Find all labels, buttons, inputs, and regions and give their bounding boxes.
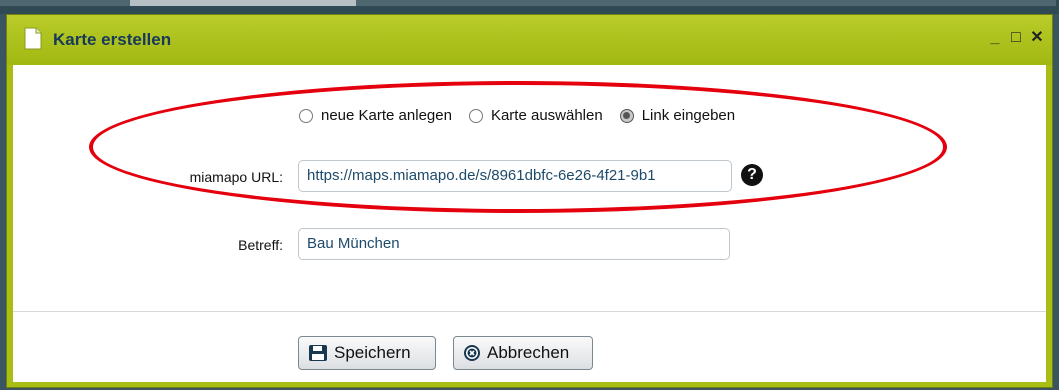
radio-label: Link eingeben	[641, 107, 736, 124]
background-tab	[0, 0, 130, 6]
dialog-title: Karte erstellen	[53, 30, 172, 49]
cancel-button-label: Abbrechen	[487, 343, 570, 362]
window-controls: _ □ ✕	[988, 29, 1044, 47]
save-disk-icon	[308, 344, 328, 362]
url-input[interactable]: https://maps.miamapo.de/s/8961dbfc-6e26-…	[298, 160, 732, 192]
divider	[13, 311, 1046, 312]
save-button-label: Speichern	[334, 343, 411, 362]
url-label: miamapo URL:	[189, 169, 283, 185]
radio-option-enter-link[interactable]: Link eingeben	[619, 107, 736, 124]
radio-option-new-map[interactable]: neue Karte anlegen	[299, 107, 452, 124]
close-button[interactable]: ✕	[1030, 29, 1044, 47]
radio-button[interactable]	[468, 108, 483, 123]
subject-input[interactable]: Bau München	[298, 228, 730, 260]
radio-button-selected[interactable]	[619, 108, 634, 123]
radio-label: Karte auswählen	[490, 107, 603, 124]
help-icon[interactable]: ?	[741, 164, 763, 186]
subject-label: Betreff:	[238, 237, 283, 253]
save-button[interactable]: Speichern	[298, 336, 436, 370]
background-tab	[356, 0, 1056, 6]
dialog-content: neue Karte anlegen Karte auswählen Link …	[13, 65, 1046, 382]
document-icon	[24, 27, 42, 50]
radio-option-select-map[interactable]: Karte auswählen	[468, 107, 603, 124]
mode-radio-group: neue Karte anlegen Karte auswählen Link …	[299, 107, 752, 124]
background-tab-strip	[0, 0, 1059, 14]
background-tab	[130, 0, 356, 6]
minimize-button[interactable]: _	[988, 29, 1002, 47]
cancel-circle-icon	[463, 344, 481, 362]
cancel-button[interactable]: Abbrechen	[453, 336, 593, 370]
radio-button[interactable]	[299, 108, 313, 123]
maximize-button[interactable]: □	[1009, 29, 1023, 47]
red-highlight-ellipse	[89, 81, 947, 213]
radio-label: neue Karte anlegen	[321, 107, 452, 124]
dialog-window: Karte erstellen _ □ ✕ neue Karte anlegen…	[6, 14, 1053, 388]
dialog-titlebar[interactable]: Karte erstellen _ □ ✕	[7, 15, 1052, 65]
